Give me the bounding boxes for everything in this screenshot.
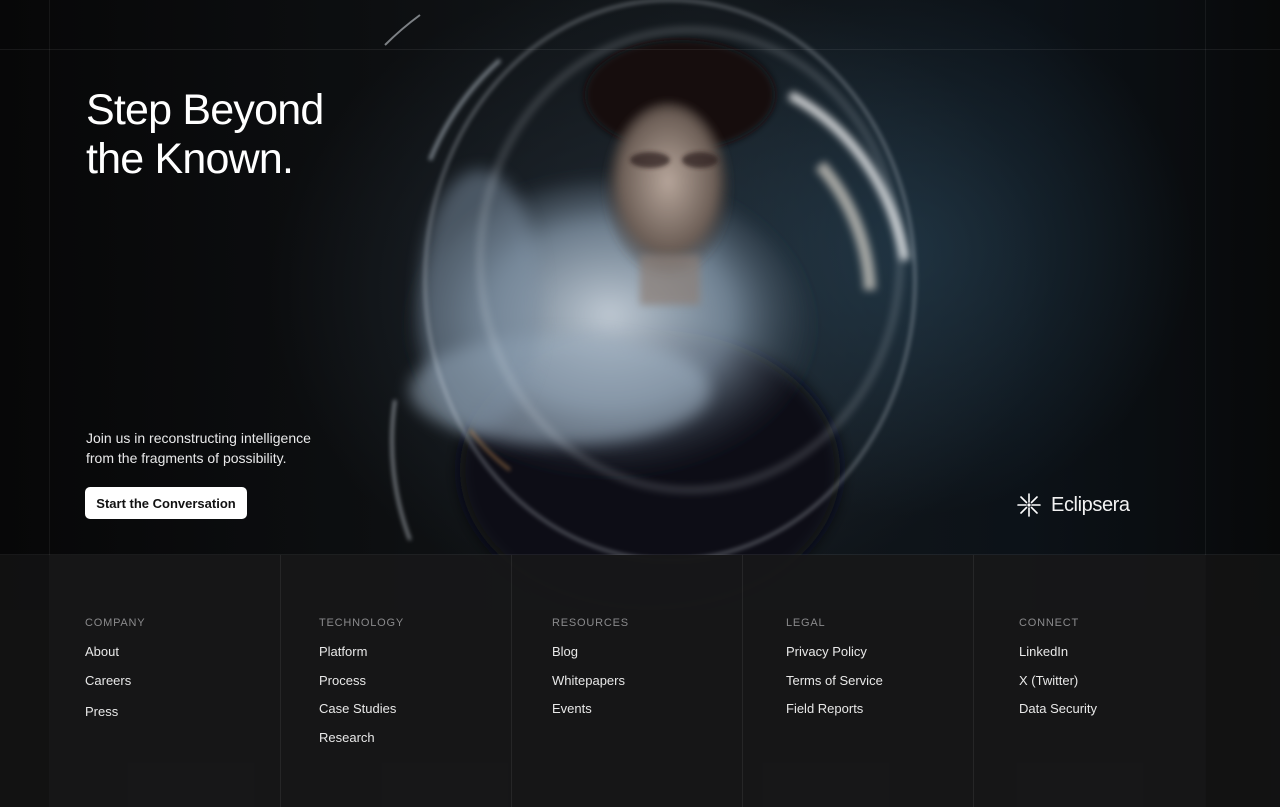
footer-link-whitepapers[interactable]: Whitepapers bbox=[552, 673, 752, 689]
hero-subcopy-line: from the fragments of possibility. bbox=[86, 450, 287, 466]
start-conversation-button[interactable]: Start the Conversation bbox=[85, 487, 247, 519]
footer-link-platform[interactable]: Platform bbox=[319, 644, 519, 660]
footer-link-events[interactable]: Events bbox=[552, 701, 752, 717]
footer-column-title: RESOURCES bbox=[552, 617, 629, 629]
footer-link-field-reports[interactable]: Field Reports bbox=[786, 701, 986, 717]
hero-headline-line: Step Beyond bbox=[86, 86, 324, 134]
hero-subcopy-line: Join us in reconstructing intelligence bbox=[86, 430, 311, 446]
footer-link-linkedin[interactable]: LinkedIn bbox=[1019, 644, 1219, 660]
footer-link-process[interactable]: Process bbox=[319, 673, 519, 689]
footer-column-title: LEGAL bbox=[786, 617, 826, 629]
footer-column-connect: CONNECT LinkedIn X (Twitter) Data Securi… bbox=[1019, 616, 1219, 730]
asterisk-star-icon bbox=[1017, 493, 1041, 517]
site-footer: COMPANY About Careers Press TECHNOLOGY P… bbox=[0, 555, 1280, 807]
footer-link-x-twitter[interactable]: X (Twitter) bbox=[1019, 673, 1219, 689]
brand-name: Eclipsera bbox=[1051, 493, 1130, 516]
brand-logo[interactable]: Eclipsera bbox=[1016, 491, 1130, 519]
grid-line bbox=[0, 49, 1280, 50]
footer-link-blog[interactable]: Blog bbox=[552, 644, 752, 660]
footer-link-careers[interactable]: Careers bbox=[85, 673, 285, 689]
footer-column-title: CONNECT bbox=[1019, 617, 1079, 629]
hero-subcopy: Join us in reconstructing intelligence f… bbox=[86, 428, 366, 468]
footer-column-company: COMPANY About Careers Press bbox=[85, 616, 285, 732]
footer-link-privacy-policy[interactable]: Privacy Policy bbox=[786, 644, 986, 660]
footer-link-press[interactable]: Press bbox=[85, 704, 285, 720]
footer-panel: COMPANY About Careers Press TECHNOLOGY P… bbox=[49, 555, 1205, 807]
footer-link-research[interactable]: Research bbox=[319, 730, 519, 746]
footer-column-technology: TECHNOLOGY Platform Process Case Studies… bbox=[319, 616, 519, 758]
footer-column-title: TECHNOLOGY bbox=[319, 617, 405, 629]
page: Step Beyond the Known. Join us in recons… bbox=[0, 0, 1280, 807]
footer-link-about[interactable]: About bbox=[85, 644, 285, 660]
hero-headline-line: the Known. bbox=[86, 135, 294, 183]
hero-headline: Step Beyond the Known. bbox=[86, 86, 406, 184]
footer-link-terms-of-service[interactable]: Terms of Service bbox=[786, 673, 986, 689]
footer-column-title: COMPANY bbox=[85, 617, 146, 629]
footer-column-legal: LEGAL Privacy Policy Terms of Service Fi… bbox=[786, 616, 986, 730]
footer-link-data-security[interactable]: Data Security bbox=[1019, 701, 1219, 717]
footer-link-case-studies[interactable]: Case Studies bbox=[319, 701, 519, 717]
footer-column-resources: RESOURCES Blog Whitepapers Events bbox=[552, 616, 752, 730]
